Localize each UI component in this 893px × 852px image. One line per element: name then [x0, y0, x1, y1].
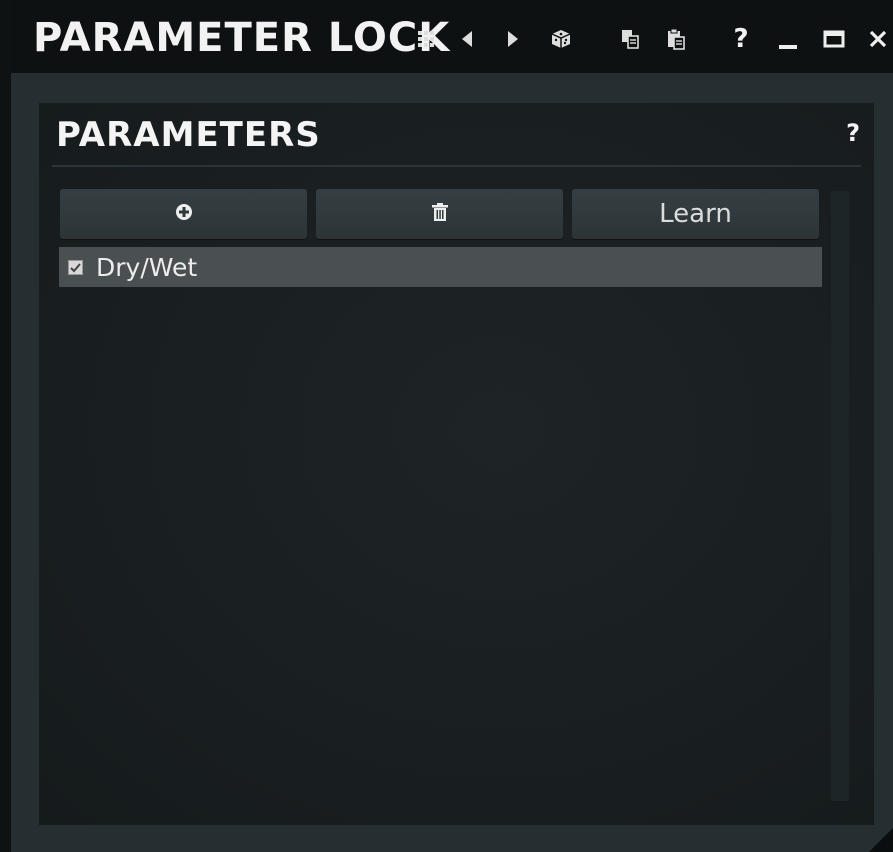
plugin-window: PARAMETERS ? Learn Dry/Wet: [11, 73, 893, 852]
trash-icon: [431, 202, 449, 226]
list-scrollbar[interactable]: [831, 191, 849, 801]
learn-button-label: Learn: [659, 199, 732, 229]
minimize-icon[interactable]: [775, 24, 801, 54]
copy-icon[interactable]: [617, 24, 643, 54]
resize-handle[interactable]: [869, 828, 893, 852]
parameter-row-dry-wet[interactable]: Dry/Wet: [59, 247, 822, 287]
parameters-panel: PARAMETERS ? Learn Dry/Wet: [39, 103, 874, 825]
randomize-dice-icon[interactable]: [547, 24, 575, 54]
parameter-label: Dry/Wet: [96, 252, 198, 282]
help-icon[interactable]: ?: [729, 24, 753, 54]
panel-help-icon[interactable]: ?: [846, 119, 860, 147]
grid-menu-icon[interactable]: [411, 24, 441, 54]
next-arrow-icon[interactable]: [501, 24, 525, 54]
add-parameter-button[interactable]: [60, 189, 307, 239]
learn-button[interactable]: Learn: [572, 189, 819, 239]
maximize-icon[interactable]: [821, 24, 847, 54]
close-icon[interactable]: [865, 24, 891, 54]
previous-arrow-icon[interactable]: [455, 24, 479, 54]
window-title: PARAMETER LOCK: [33, 15, 451, 61]
plus-circle-icon: [175, 203, 193, 225]
panel-divider: [52, 165, 861, 167]
delete-parameter-button[interactable]: [316, 189, 563, 239]
panel-title: PARAMETERS: [56, 115, 321, 155]
paste-icon[interactable]: [663, 24, 689, 54]
parameter-checkbox[interactable]: [68, 259, 83, 275]
title-bar: PARAMETER LOCK ?: [11, 0, 893, 73]
